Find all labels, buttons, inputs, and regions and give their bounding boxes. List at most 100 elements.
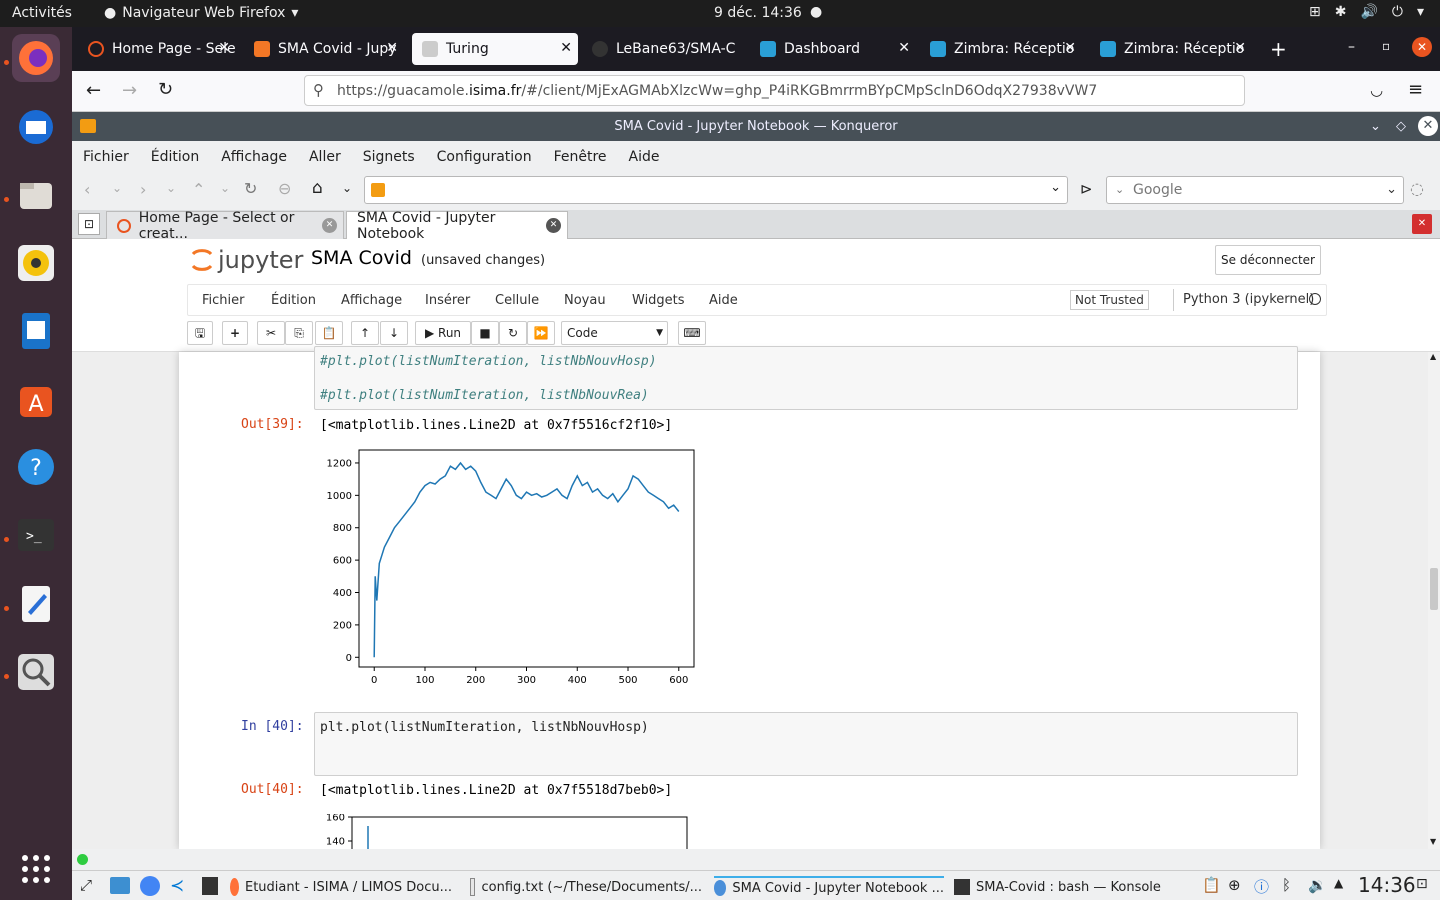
vscode-icon[interactable]: ≺	[170, 876, 184, 896]
scrollbar-thumb[interactable]	[1430, 568, 1438, 610]
menu-fenetre[interactable]: Fenêtre	[543, 149, 618, 165]
chevron-down-icon[interactable]: ⌄	[220, 181, 230, 195]
app-menu[interactable]: ● Navigateur Web Firefox ▾	[104, 5, 298, 21]
save-icon[interactable]: 🖫	[187, 321, 213, 345]
go-icon[interactable]: ⊳	[1080, 180, 1093, 198]
maximize-icon[interactable]: ▫	[1382, 39, 1390, 53]
back-arrow-icon[interactable]: ←	[86, 80, 101, 101]
task-firefox[interactable]: Etudiant - ISIMA / LIMOS Docu...	[230, 876, 452, 898]
tab-zimbra-2[interactable]: Zimbra: Réceptio ✕	[1090, 33, 1252, 65]
activities-button[interactable]: Activités	[12, 5, 72, 21]
location-bar[interactable]: ⌄	[364, 176, 1068, 204]
network-icon[interactable]: ⓘ	[1254, 876, 1269, 897]
menu-configuration[interactable]: Configuration	[426, 149, 543, 165]
kernel-name[interactable]: Python 3 (ipykernel)	[1183, 292, 1314, 307]
show-desktop-icon[interactable]: ⊡	[1416, 876, 1428, 892]
fast-forward-icon[interactable]: ⏩	[527, 321, 555, 345]
reload-icon[interactable]: ↻	[244, 179, 257, 198]
scroll-down-icon[interactable]: ▼	[1430, 837, 1436, 846]
web-search-field[interactable]: ⌄ Google ⌄	[1106, 176, 1404, 204]
chevron-down-icon[interactable]: ⌄	[1386, 177, 1397, 203]
libreoffice-writer-icon[interactable]	[12, 307, 60, 355]
taskbar-clock[interactable]: 14:36	[1358, 873, 1416, 897]
reload-icon[interactable]: ↻	[158, 79, 173, 100]
menu-signets[interactable]: Signets	[352, 149, 426, 165]
chevron-down-icon[interactable]: ⌄	[342, 181, 352, 195]
code-cell-39[interactable]: #plt.plot(listNumIteration, listNbNouvHo…	[314, 346, 1298, 410]
page-scrollbar[interactable]: ▲ ▼	[1428, 352, 1440, 849]
logout-button[interactable]: Se déconnecter	[1215, 245, 1321, 275]
chevron-down-icon[interactable]: ⌄	[166, 181, 176, 195]
close-window-icon[interactable]: ✕	[1412, 37, 1432, 57]
folder-icon[interactable]	[110, 877, 130, 894]
menu-aller[interactable]: Aller	[298, 149, 352, 165]
tab-sma-covid[interactable]: SMA Covid - Jupy ✕	[244, 33, 404, 65]
stop-icon[interactable]: ■	[471, 321, 499, 345]
task-konqueror[interactable]: SMA Covid - Jupyter Notebook ...	[714, 876, 944, 898]
updates-icon[interactable]: ⊕	[1228, 876, 1241, 894]
cell-type-select[interactable]: Code ▼	[561, 321, 668, 345]
menu-aide[interactable]: Aide	[618, 149, 671, 165]
menu-aide[interactable]: Aide	[709, 293, 738, 308]
close-icon[interactable]: ✕	[218, 40, 230, 56]
notebook-name[interactable]: SMA Covid	[311, 247, 412, 269]
rhythmbox-icon[interactable]	[12, 239, 60, 287]
keyboard-icon[interactable]: ⌨	[678, 321, 706, 345]
bluetooth-icon[interactable]: ᛒ	[1282, 876, 1291, 894]
app-launcher-icon[interactable]: ⤢	[80, 876, 92, 894]
trust-indicator[interactable]: Not Trusted	[1070, 290, 1149, 310]
tab-turing[interactable]: Turing ✕	[412, 33, 578, 65]
tab-zimbra-1[interactable]: Zimbra: Réceptio ✕	[920, 33, 1082, 65]
menu-inserer[interactable]: Insérer	[425, 293, 470, 308]
chevron-down-icon[interactable]: ⌄	[112, 181, 122, 195]
clock[interactable]: 9 déc. 14:36	[714, 5, 802, 21]
scroll-up-icon[interactable]: ▲	[1430, 352, 1436, 361]
task-konsole[interactable]: SMA-Covid : bash — Konsole	[954, 876, 1184, 898]
close-icon[interactable]: ✕	[386, 40, 398, 56]
close-icon[interactable]: ✕	[1064, 40, 1076, 56]
url-bar[interactable]: ⚲ https://guacamole. isima.fr/#/client/Mj…	[304, 75, 1245, 106]
chevron-down-icon[interactable]: ⌄	[1370, 112, 1381, 141]
keep-above-icon[interactable]: ◇	[1396, 112, 1406, 141]
minimize-icon[interactable]: –	[1348, 39, 1355, 55]
insert-cell-plus-icon[interactable]: +	[222, 321, 248, 345]
firefox-icon[interactable]	[12, 34, 60, 82]
close-icon[interactable]: ✕	[1234, 40, 1246, 56]
app-grid-icon[interactable]	[12, 845, 60, 893]
tray-expand-icon[interactable]: ▲	[1334, 876, 1343, 890]
task-kate[interactable]: config.txt (~/These/Documents/...	[470, 876, 702, 898]
menu-widgets[interactable]: Widgets	[632, 293, 685, 308]
move-down-icon[interactable]: ↓	[380, 321, 408, 345]
run-button[interactable]: ▶ Run	[415, 321, 471, 345]
search-tool-icon[interactable]	[12, 648, 60, 696]
stop-icon[interactable]: ⊖	[278, 179, 291, 198]
hamburger-menu-icon[interactable]: ≡	[1408, 79, 1423, 100]
menu-affichage[interactable]: Affichage	[210, 149, 298, 165]
pocket-icon[interactable]: ◡	[1370, 81, 1383, 99]
jupyter-logo[interactable]: jupyter	[190, 245, 303, 275]
chromium-icon[interactable]	[140, 876, 160, 896]
cut-icon[interactable]: ✂	[257, 321, 285, 345]
terminal-icon[interactable]: >_	[12, 511, 60, 559]
text-editor-icon[interactable]	[12, 580, 60, 628]
forward-icon[interactable]: ›	[140, 180, 146, 199]
close-window-icon[interactable]: ✕	[1418, 116, 1438, 136]
tab-home-page[interactable]: Home Page - Select or creat... ✕	[106, 210, 344, 242]
tab-github[interactable]: LeBane63/SMA-C	[582, 33, 742, 65]
paste-icon[interactable]: 📋	[315, 321, 343, 345]
menu-noyau[interactable]: Noyau	[564, 293, 606, 308]
new-tab-icon[interactable]: ⊡	[78, 213, 100, 235]
close-icon[interactable]: ✕	[898, 40, 910, 56]
help-icon[interactable]: ?	[12, 443, 60, 491]
menu-edition[interactable]: Édition	[140, 149, 210, 165]
code-cell-40[interactable]: plt.plot(listNumIteration, listNbNouvHos…	[314, 712, 1298, 776]
home-icon[interactable]: ⌂	[312, 178, 323, 198]
tab-home-page[interactable]: Home Page - Sele ✕	[78, 33, 236, 65]
thunderbird-icon[interactable]	[12, 103, 60, 151]
status-area[interactable]: ⊞ ✱ 🔊 ⏻ ▾	[1309, 4, 1424, 20]
menu-edition[interactable]: Édition	[271, 293, 316, 308]
menu-fichier[interactable]: Fichier	[72, 149, 140, 165]
tab-sma-covid[interactable]: SMA Covid - Jupyter Notebook ✕	[346, 210, 568, 242]
close-tab-icon[interactable]: ✕	[322, 218, 337, 233]
restart-icon[interactable]: ↻	[499, 321, 527, 345]
